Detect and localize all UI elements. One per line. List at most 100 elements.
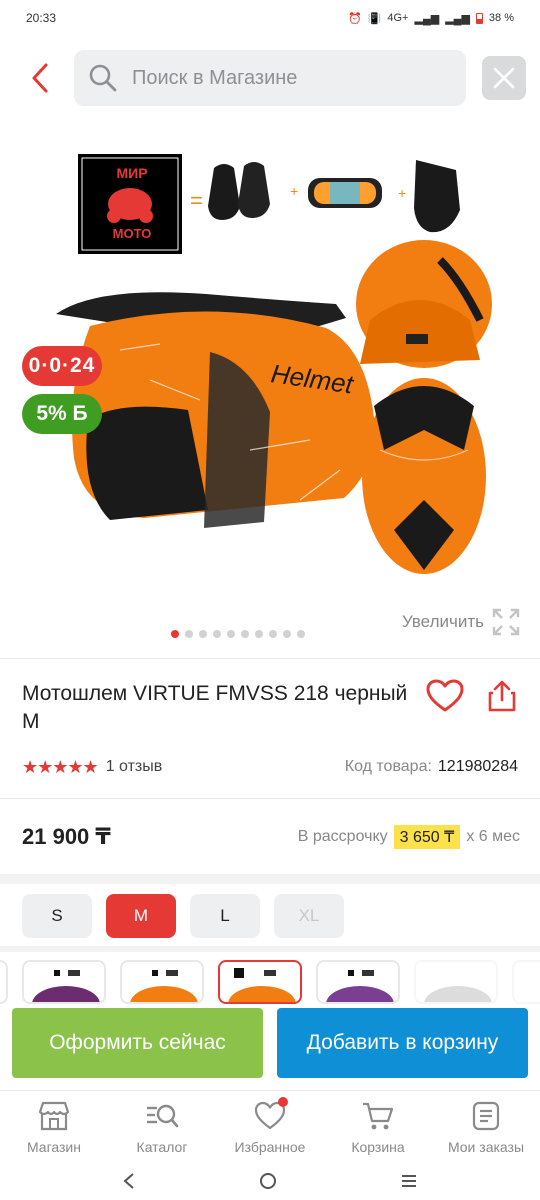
search-icon [89, 64, 117, 92]
cashback-badge: 5% Б [22, 394, 102, 434]
plus-sign-2: + [398, 185, 406, 201]
vibrate-icon: 📳 [367, 12, 382, 25]
size-option-m[interactable]: M [106, 894, 176, 938]
rating-row: ★★★★★ 1 отзыв Код товара: 121980284 [22, 756, 518, 778]
signal-icon-2: ▂▄▆ [445, 12, 470, 25]
product-code-label: Код товара: [344, 758, 432, 775]
nav-label-favorites: Избранное [234, 1139, 306, 1155]
system-recents-icon[interactable] [399, 1171, 419, 1191]
size-selector: S M L XL [22, 894, 344, 938]
pagination-dot[interactable] [269, 630, 277, 638]
installment-suffix: x 6 мес [466, 828, 520, 845]
orders-icon [472, 1101, 500, 1131]
product-gallery[interactable]: МИР МОТО = + + Helmet 0·0·24 5% Б Увелич… [0, 120, 540, 650]
variant-thumbnail-selected[interactable] [218, 960, 302, 1004]
variant-thumbnail[interactable] [120, 960, 204, 1004]
alarm-icon: ⏰ [347, 12, 362, 25]
variant-thumbnail[interactable] [316, 960, 400, 1004]
product-title-line2: M [22, 710, 40, 733]
status-icons: ⏰ 📳 4G+ ▂▄▆ ▂▄▆ 38 % [348, 12, 514, 25]
installment-prefix: В рассрочку [297, 828, 388, 845]
product-page: 20:33 ⏰ 📳 4G+ ▂▄▆ ▂▄▆ 38 % Поиск в Магаз… [0, 0, 540, 1200]
logo-text-bottom: МОТО [113, 226, 152, 241]
size-option-l[interactable]: L [190, 894, 260, 938]
purchase-actions: Оформить сейчас Добавить в корзину [12, 1008, 528, 1078]
logo-text-top: МИР [116, 165, 147, 181]
signal-icon: ▂▄▆ [414, 12, 440, 25]
section-separator [0, 946, 540, 952]
nav-item-favorites[interactable]: Избранное [216, 1091, 324, 1162]
nav-item-catalog[interactable]: Каталог [108, 1091, 216, 1162]
store-icon [38, 1101, 70, 1131]
product-code-value: 121980284 [437, 758, 518, 775]
pagination-dot[interactable] [185, 630, 193, 638]
network-type: 4G+ [387, 12, 409, 24]
nav-item-store[interactable]: Магазин [0, 1091, 108, 1162]
catalog-search-icon [147, 1104, 179, 1128]
back-button[interactable] [24, 60, 56, 96]
pagination-dot[interactable] [213, 630, 221, 638]
product-title-line1: Мотошлем VIRTUE FMVSS 218 черный [22, 682, 408, 705]
variant-image [228, 968, 296, 1002]
variant-thumbnail[interactable] [0, 960, 8, 1004]
plus-sign-1: + [290, 183, 298, 199]
share-icon [488, 680, 516, 712]
add-to-cart-button[interactable]: Добавить в корзину [277, 1008, 528, 1078]
variant-thumbnail[interactable] [512, 960, 540, 1004]
nav-label-cart: Корзина [351, 1139, 405, 1155]
product-code: Код товара: 121980284 [345, 758, 518, 776]
reviews-link[interactable]: 1 отзыв [106, 758, 163, 776]
gallery-pagination[interactable] [0, 630, 540, 638]
variant-image [32, 970, 100, 1002]
system-home-icon[interactable] [258, 1171, 278, 1191]
pagination-dot[interactable] [255, 630, 263, 638]
product-price: 21 900 ₸ [22, 824, 111, 849]
buy-now-button[interactable]: Оформить сейчас [12, 1008, 263, 1078]
notification-dot [278, 1097, 288, 1107]
close-button[interactable] [482, 56, 526, 100]
pagination-dot[interactable] [297, 630, 305, 638]
divider [0, 658, 540, 659]
pagination-dot[interactable] [199, 630, 207, 638]
price-row: 21 900 ₸ В рассрочку 3 650 ₸ x 6 мес [22, 820, 520, 854]
variant-thumbnail[interactable] [414, 960, 498, 1004]
variant-thumbnails [0, 960, 540, 1004]
pagination-dot[interactable] [227, 630, 235, 638]
section-separator [0, 874, 540, 884]
chevron-left-icon [32, 63, 48, 93]
size-option-s[interactable]: S [22, 894, 92, 938]
close-icon [493, 67, 515, 89]
pagination-dot-active[interactable] [171, 630, 179, 638]
nav-label-catalog: Каталог [136, 1139, 188, 1155]
divider [0, 798, 540, 799]
variant-thumbnail[interactable] [22, 960, 106, 1004]
installment-amount: 3 650 ₸ [393, 825, 461, 849]
nav-label-orders: Мои заказы [447, 1139, 525, 1155]
nav-label-store: Магазин [26, 1139, 81, 1155]
status-bar: 20:33 ⏰ 📳 4G+ ▂▄▆ ▂▄▆ 38 % [0, 0, 540, 36]
product-title: Мотошлем VIRTUE FMVSS 218 черный M [22, 680, 442, 736]
zoom-label: Увеличить [402, 612, 484, 631]
size-option-xl: XL [274, 894, 344, 938]
nav-item-orders[interactable]: Мои заказы [432, 1091, 540, 1162]
pagination-dot[interactable] [283, 630, 291, 638]
share-button[interactable] [482, 676, 522, 716]
system-back-icon[interactable] [121, 1171, 137, 1191]
status-time: 20:33 [26, 11, 57, 25]
system-navigation [0, 1162, 540, 1200]
battery-level: 38 % [488, 12, 514, 24]
variant-image [326, 970, 394, 1002]
battery-icon [475, 12, 483, 24]
search-placeholder: Поиск в Магазине [132, 66, 298, 89]
search-input[interactable]: Поиск в Магазине [74, 50, 466, 106]
variant-image [424, 986, 492, 1002]
installment-badge: 0·0·24 [22, 346, 102, 386]
heart-outline-icon [426, 679, 464, 712]
variant-image [130, 970, 198, 1002]
pagination-dot[interactable] [241, 630, 249, 638]
equals-sign: = [190, 188, 203, 213]
search-header: Поиск в Магазине [0, 48, 540, 108]
installment-info[interactable]: В рассрочку 3 650 ₸ x 6 мес [298, 825, 520, 849]
nav-item-cart[interactable]: Корзина [324, 1091, 432, 1162]
favorite-button[interactable] [424, 676, 466, 716]
